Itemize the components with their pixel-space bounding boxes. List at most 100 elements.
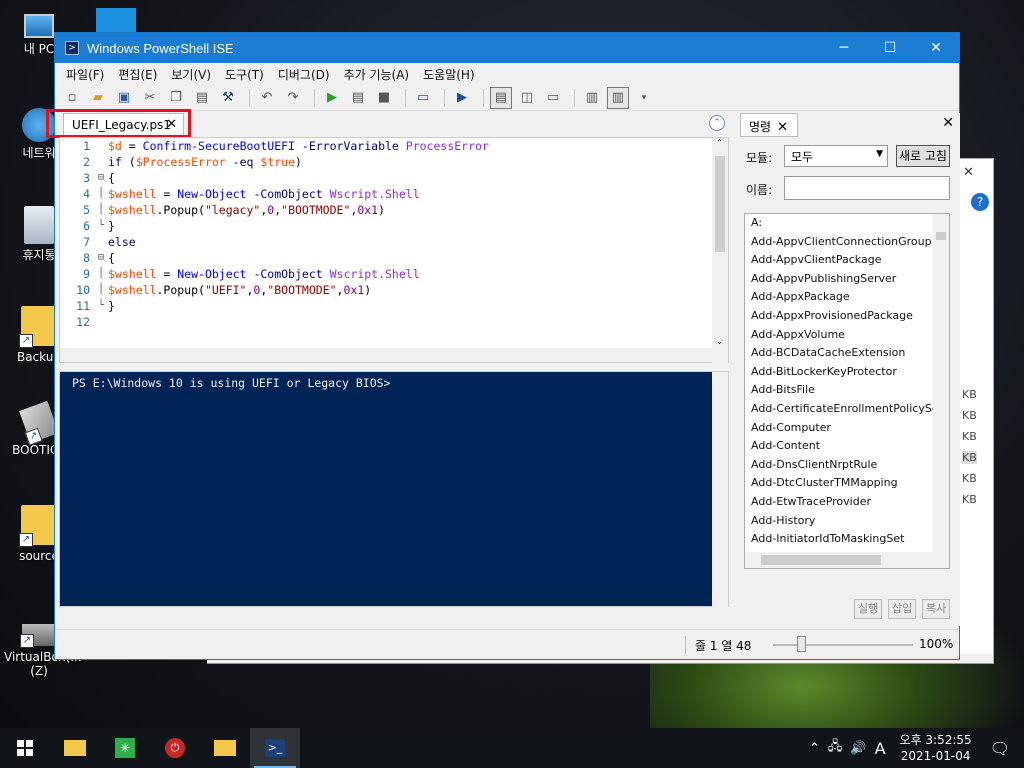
start-button[interactable] [0, 728, 50, 768]
name-input[interactable] [784, 176, 950, 200]
list-item[interactable]: Add-BCDataCacheExtension [745, 344, 949, 363]
list-item[interactable]: Add-Computer [745, 419, 949, 438]
list-item[interactable]: Add-AppxPackage [745, 288, 949, 307]
show-addon-icon[interactable]: ▥ [581, 87, 603, 109]
close-pane-icon[interactable]: ✕ [942, 115, 954, 131]
maximize-button[interactable]: ☐ [867, 33, 913, 63]
toolbar-overflow-icon[interactable]: ▾ [633, 87, 655, 109]
collapse-script-pane-icon[interactable]: ⌃ [709, 115, 725, 131]
close-button[interactable]: ✕ [913, 33, 959, 63]
line-number: 10 [76, 283, 90, 297]
script-tab-strip: UEFI_Legacy.ps1 ✕ ⌃ [46, 109, 729, 138]
list-item[interactable]: Add-BitLockerKeyProtector [745, 363, 949, 382]
open-folder-icon[interactable]: ▰ [87, 87, 109, 109]
folder-icon: ↗ [19, 505, 57, 547]
remote-powershell-icon[interactable]: ▭ [412, 87, 434, 109]
volume-icon[interactable]: 🔊 [850, 741, 866, 756]
close-icon[interactable]: ✕ [963, 165, 974, 180]
scroll-thumb[interactable] [761, 555, 881, 565]
list-item[interactable]: Add-EtwTraceProvider [745, 493, 949, 512]
fold-icon[interactable]: ⊟ [94, 170, 108, 186]
run-selection-icon[interactable]: ▤ [347, 87, 369, 109]
scroll-down-icon[interactable]: ⌄ [716, 337, 723, 346]
layout-script-max-icon[interactable]: ▭ [542, 87, 564, 109]
save-icon[interactable]: ▣ [113, 87, 135, 109]
taskbar-folder[interactable] [200, 728, 250, 768]
powershell-console-icon[interactable]: ▶ [451, 87, 473, 109]
menu-file[interactable]: 파일(F) [59, 66, 111, 83]
network-icon[interactable]: 🖧 [828, 737, 843, 759]
taskbar-powershell-ise[interactable]: >_ [250, 728, 300, 768]
scroll-up-icon[interactable]: ⌃ [716, 138, 723, 147]
title-bar[interactable]: > Windows PowerShell ISE ─ ☐ ✕ [55, 33, 959, 63]
module-select[interactable]: 모두 ▼ [784, 145, 888, 167]
taskbar-file-explorer[interactable] [50, 728, 100, 768]
paste-icon[interactable]: ▤ [191, 87, 213, 109]
list-item[interactable]: Add-DnsClientNrptRule [745, 456, 949, 475]
line-number: 7 [83, 235, 90, 249]
list-item[interactable]: Add-DtcClusterTMMapping [745, 474, 949, 493]
menu-view[interactable]: 보기(V) [164, 66, 218, 83]
console-pane[interactable]: PS E:\Windows 10 is using UEFI or Legacy… [59, 371, 729, 608]
taskbar-app-green[interactable]: ✳ [100, 728, 150, 768]
layout-script-right-icon[interactable]: ◫ [516, 87, 538, 109]
scroll-thumb[interactable] [715, 156, 725, 252]
run-script-icon[interactable]: ▶ [321, 87, 343, 109]
scroll-thumb[interactable] [936, 232, 946, 240]
zoom-slider-thumb[interactable] [797, 636, 806, 652]
list-item[interactable]: Add-AppxProvisionedPackage [745, 307, 949, 326]
list-item[interactable]: Add-CertificateEnrollmentPolicyServ [745, 400, 949, 419]
status-separator [685, 636, 686, 654]
list-item[interactable]: Add-AppvPublishingServer [745, 270, 949, 289]
toolbar-separator [314, 88, 315, 107]
clear-console-icon[interactable]: ⚒ [217, 87, 239, 109]
taskbar-app-red[interactable]: ⏻ [150, 728, 200, 768]
cut-icon[interactable]: ✂ [139, 87, 161, 109]
zoom-slider[interactable] [773, 644, 913, 646]
copy-button[interactable]: 복사 [922, 599, 951, 619]
list-item[interactable]: Add-InitiatorIdToMaskingSet [745, 530, 949, 549]
tab-commands[interactable]: 명령 ✕ [740, 113, 798, 137]
status-bar: 줄 1 열 48 100% [55, 629, 959, 659]
ime-indicator[interactable]: A [875, 739, 886, 758]
show-commands-icon[interactable]: ▥ [607, 86, 629, 109]
list-vertical-scrollbar[interactable] [933, 214, 949, 554]
tab-close-icon[interactable]: ✕ [777, 120, 788, 135]
list-item[interactable]: Add-AppvClientConnectionGroup [745, 233, 949, 252]
list-item[interactable]: Add-AppvClientPackage [745, 251, 949, 270]
list-item[interactable]: A: [745, 214, 949, 233]
command-list[interactable]: A: Add-AppvClientConnectionGroup Add-App… [744, 213, 950, 569]
refresh-button[interactable]: 새로 고침 [896, 145, 950, 167]
menu-help[interactable]: 도움말(H) [416, 66, 482, 83]
new-file-icon[interactable]: ▫ [61, 87, 83, 109]
power-app-icon: ⏻ [165, 738, 185, 758]
help-icon[interactable]: ? [971, 193, 989, 211]
menu-tools[interactable]: 도구(T) [218, 66, 271, 83]
menu-addons[interactable]: 추가 기능(A) [337, 66, 417, 83]
chevron-up-icon[interactable]: ⌃ [809, 741, 820, 756]
menu-edit[interactable]: 편집(E) [111, 66, 164, 83]
layout-script-top-icon[interactable]: ▤ [490, 86, 512, 109]
minimize-button[interactable]: ─ [821, 33, 867, 63]
list-item[interactable]: Add-AppxVolume [745, 326, 949, 345]
menu-debug[interactable]: 디버그(D) [271, 66, 337, 83]
list-horizontal-scrollbar[interactable] [745, 552, 949, 568]
notification-icon[interactable]: 🗨 [990, 739, 1010, 758]
copy-icon[interactable]: ❐ [165, 87, 187, 109]
line-number: 2 [83, 155, 90, 169]
list-item[interactable]: Add-BitsFile [745, 381, 949, 400]
editor-horizontal-scrollbar[interactable] [60, 348, 714, 362]
clock[interactable]: 오후 3:52:55 2021-01-04 [900, 732, 972, 764]
undo-icon[interactable]: ↶ [256, 87, 278, 109]
list-item[interactable]: Add-History [745, 512, 949, 531]
editor-vertical-scrollbar[interactable]: ⌃ ⌄ [712, 138, 728, 364]
redo-icon[interactable]: ↷ [282, 87, 304, 109]
run-button[interactable]: 실행 [854, 599, 883, 619]
powershell-ise-window[interactable]: > Windows PowerShell ISE ─ ☐ ✕ 파일(F) 편집(… [46, 32, 960, 660]
list-item[interactable]: Add-Content [745, 437, 949, 456]
console-vertical-scrollbar[interactable] [712, 372, 728, 608]
fold-icon[interactable]: ⊟ [94, 250, 108, 266]
script-editor[interactable]: 1 $d = Confirm-SecureBootUEFI -ErrorVaria… [59, 137, 729, 364]
stop-icon[interactable]: ■ [373, 87, 395, 109]
insert-button[interactable]: 삽입 [888, 599, 917, 619]
